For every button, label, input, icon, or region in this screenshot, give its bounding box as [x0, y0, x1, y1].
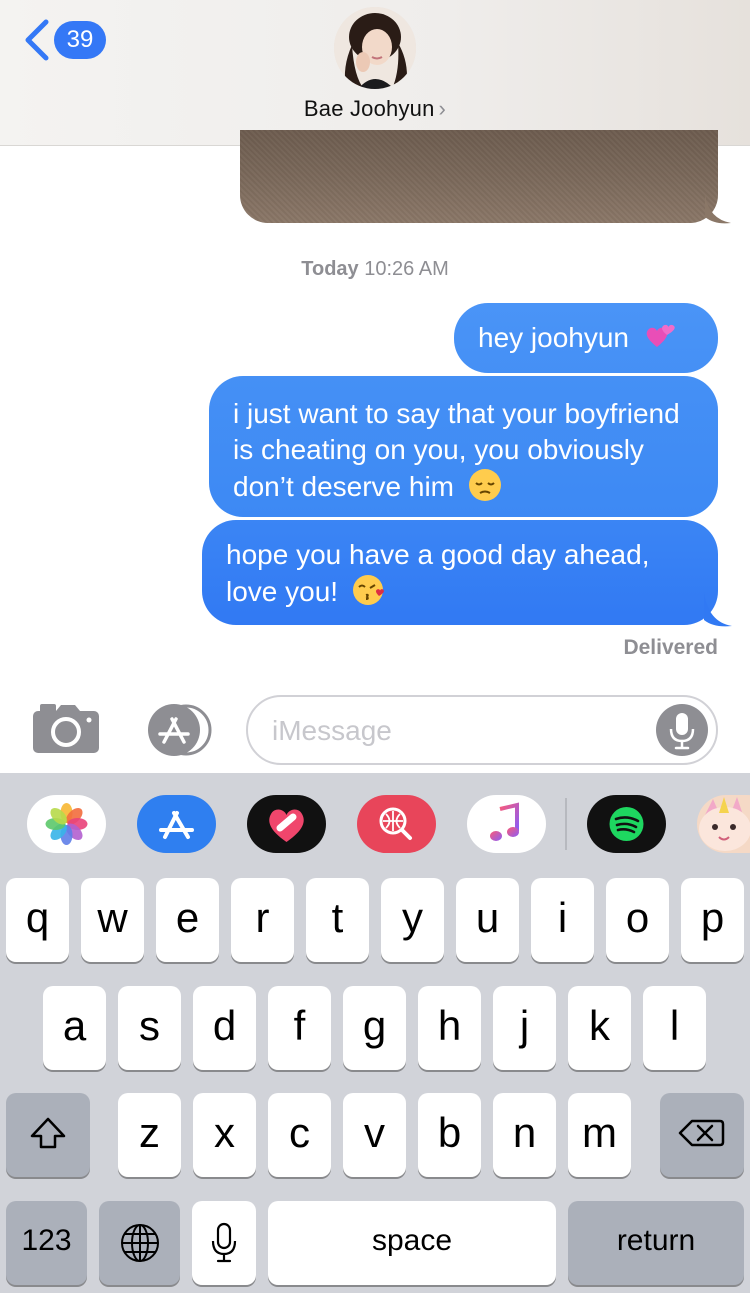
bubble-tail: [705, 195, 731, 224]
digital-touch-app-icon[interactable]: [247, 795, 326, 853]
globe-icon: [120, 1224, 159, 1262]
key-o[interactable]: o: [606, 878, 669, 962]
key-a[interactable]: a: [43, 986, 106, 1070]
chevron-left-icon: [25, 19, 49, 61]
key-h[interactable]: h: [418, 986, 481, 1070]
avatar-photo: [334, 7, 416, 89]
timestamp-day: Today: [301, 258, 359, 280]
sent-message-bubble[interactable]: i just want to say that your boyfriend i…: [209, 376, 718, 517]
imessage-app-drawer: [0, 773, 750, 873]
key-m[interactable]: m: [568, 1093, 631, 1177]
backspace-icon: [678, 1119, 725, 1147]
photo-message[interactable]: [240, 130, 718, 223]
key-y[interactable]: y: [381, 878, 444, 962]
key-b[interactable]: b: [418, 1093, 481, 1177]
message-text: hey joohyun: [478, 322, 630, 353]
spotify-app-icon[interactable]: [587, 795, 666, 853]
kissing-face-emoji-icon: [352, 575, 384, 605]
message-input[interactable]: [272, 711, 652, 751]
contact-name: Bae Joohyun: [303, 96, 435, 121]
bubble-tail: [704, 592, 732, 627]
app-store-button-icon[interactable]: [140, 702, 214, 758]
key-e[interactable]: e: [156, 878, 219, 962]
key-t[interactable]: t: [306, 878, 369, 962]
key-v[interactable]: v: [343, 1093, 406, 1177]
microphone-icon: [669, 713, 695, 750]
key-w[interactable]: w: [81, 878, 144, 962]
key-u[interactable]: u: [456, 878, 519, 962]
dictation-key[interactable]: [192, 1201, 256, 1285]
key-p[interactable]: p: [681, 878, 744, 962]
message-timestamp: Today 10:26 AM: [0, 258, 750, 281]
sent-message-bubble[interactable]: hope you have a good day ahead, love you…: [202, 520, 718, 625]
key-c[interactable]: c: [268, 1093, 331, 1177]
key-s[interactable]: s: [118, 986, 181, 1070]
key-i[interactable]: i: [531, 878, 594, 962]
key-d[interactable]: d: [193, 986, 256, 1070]
space-key[interactable]: space: [268, 1201, 556, 1285]
animoji-app-icon[interactable]: [697, 795, 750, 853]
shift-key[interactable]: [6, 1093, 90, 1177]
photos-app-icon[interactable]: [27, 795, 106, 853]
message-text: i just want to say that your boyfriend i…: [233, 398, 680, 502]
conversation-header: 39 Bae Joohyun ›: [0, 0, 750, 146]
app-store-app-icon[interactable]: [137, 795, 216, 853]
chevron-right-icon: ›: [438, 96, 447, 121]
microphone-icon: [211, 1222, 237, 1263]
imessage-field[interactable]: [246, 695, 718, 765]
message-text: hope you have a good day ahead, love you…: [226, 539, 650, 607]
app-drawer-divider: [565, 798, 567, 850]
unread-count-badge: 39: [54, 21, 106, 59]
dictation-button[interactable]: [656, 704, 708, 756]
key-l[interactable]: l: [643, 986, 706, 1070]
key-z[interactable]: z: [118, 1093, 181, 1177]
camera-icon[interactable]: [32, 702, 100, 754]
pensive-face-emoji-icon: [468, 469, 501, 501]
delete-key[interactable]: [660, 1093, 744, 1177]
return-key[interactable]: return: [568, 1201, 744, 1285]
contact-avatar[interactable]: [334, 7, 416, 89]
timestamp-time: 10:26 AM: [364, 258, 449, 280]
key-r[interactable]: r: [231, 878, 294, 962]
key-q[interactable]: q: [6, 878, 69, 962]
music-app-icon[interactable]: [467, 795, 546, 853]
key-x[interactable]: x: [193, 1093, 256, 1177]
key-n[interactable]: n: [493, 1093, 556, 1177]
numbers-key[interactable]: 123: [6, 1201, 87, 1285]
key-g[interactable]: g: [343, 986, 406, 1070]
shift-icon: [30, 1117, 66, 1149]
delivery-status: Delivered: [623, 636, 718, 659]
images-search-app-icon[interactable]: [357, 795, 436, 853]
key-j[interactable]: j: [493, 986, 556, 1070]
back-button[interactable]: 39: [22, 18, 106, 62]
two-hearts-emoji-icon: [646, 324, 675, 347]
sent-message-bubble[interactable]: hey joohyun: [454, 303, 718, 373]
contact-name-button[interactable]: Bae Joohyun ›: [0, 96, 750, 122]
key-f[interactable]: f: [268, 986, 331, 1070]
keyboard-area: q w e r t y u i o p a s d f g h j k l z …: [0, 773, 750, 1293]
globe-key[interactable]: [99, 1201, 180, 1285]
key-k[interactable]: k: [568, 986, 631, 1070]
